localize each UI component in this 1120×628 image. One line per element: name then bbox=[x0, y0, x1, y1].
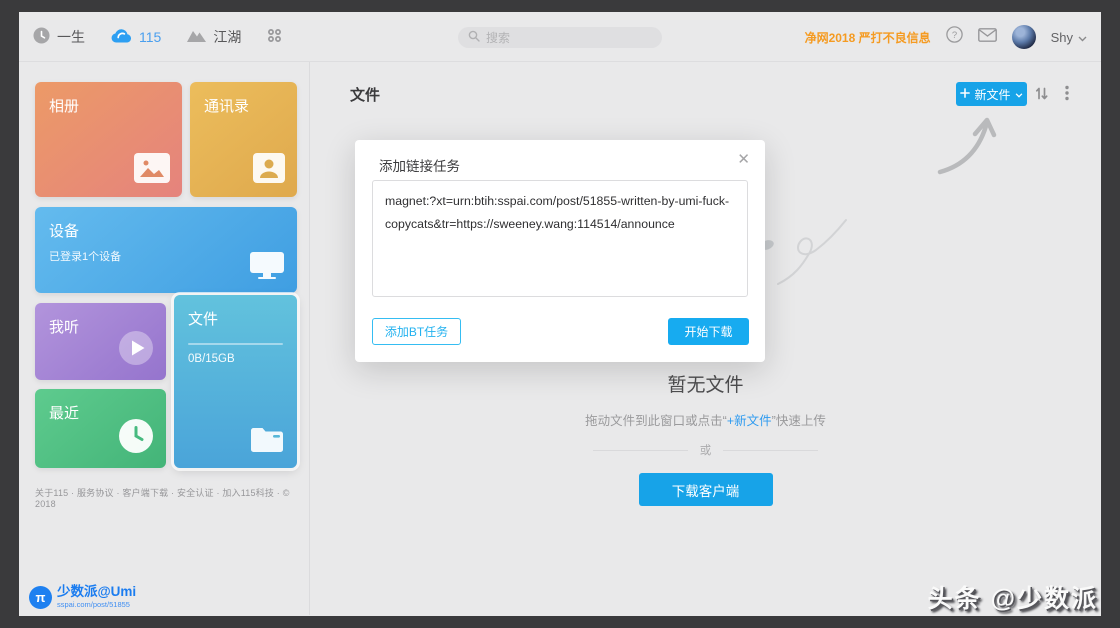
hint-suffix: ”快速上传 bbox=[771, 414, 826, 428]
sidebar-tile-files[interactable]: 文件 0B/15GB bbox=[174, 295, 297, 468]
empty-state: 暂无文件 拖动文件到此窗口或点击“+新文件”快速上传 或 下载客户端 bbox=[310, 370, 1101, 506]
search-input[interactable] bbox=[486, 30, 646, 45]
top-navbar: 一生 115 江湖 净网2018 严打不良信息 bbox=[19, 12, 1101, 62]
nav-item-life[interactable]: 一生 bbox=[33, 27, 85, 47]
nav-item-label: 江湖 bbox=[213, 28, 242, 45]
chevron-down-icon bbox=[1078, 30, 1087, 45]
cloud-icon bbox=[111, 28, 132, 46]
brand-name: 少数派@Umi bbox=[57, 584, 137, 600]
sort-button[interactable] bbox=[1032, 84, 1052, 106]
svg-text:?: ? bbox=[951, 30, 956, 41]
search-icon bbox=[468, 29, 480, 47]
tile-label: 相册 bbox=[49, 98, 80, 115]
tile-label: 设备 bbox=[49, 223, 80, 240]
nav-item-label: 一生 bbox=[57, 28, 85, 45]
download-client-button[interactable]: 下载客户端 bbox=[638, 473, 773, 506]
apps-grid-button[interactable] bbox=[267, 28, 282, 46]
hint-new-file-link[interactable]: +新文件 bbox=[727, 414, 772, 428]
new-file-label: 新文件 bbox=[974, 87, 1011, 102]
play-icon bbox=[118, 330, 154, 370]
or-divider: 或 bbox=[310, 442, 1101, 458]
quota-divider bbox=[188, 343, 283, 345]
tile-label: 通讯录 bbox=[204, 98, 250, 115]
page-title: 文件 bbox=[350, 87, 381, 104]
person-icon bbox=[253, 153, 285, 187]
sidebar-tile-recent[interactable]: 最近 bbox=[35, 389, 166, 468]
or-label: 或 bbox=[699, 445, 712, 457]
sidebar-tile-devices[interactable]: 设备 已登录1个设备 bbox=[35, 207, 297, 293]
devices-status: 已登录1个设备 bbox=[49, 251, 122, 263]
hint-prefix: 拖动文件到此窗口或点击“ bbox=[585, 414, 727, 428]
squiggle-doodle-icon bbox=[750, 202, 860, 302]
add-link-task-modal: 添加链接任务 ✕ magnet:?xt=urn:btih:sspai.com/p… bbox=[355, 140, 765, 362]
start-download-button[interactable]: 开始下载 bbox=[668, 318, 749, 345]
nav-item-jianghu[interactable]: 江湖 bbox=[187, 27, 241, 47]
magnet-link-input[interactable]: magnet:?xt=urn:btih:sspai.com/post/51855… bbox=[372, 180, 748, 297]
sidebar-tile-albums[interactable]: 相册 bbox=[35, 82, 182, 197]
divider-line bbox=[592, 449, 688, 451]
nav-item-label: 115 bbox=[139, 28, 162, 45]
user-menu[interactable]: Shy bbox=[1051, 30, 1087, 45]
tile-label: 文件 bbox=[188, 311, 219, 328]
navbar-right: 净网2018 严打不良信息 ? Shy bbox=[805, 12, 1087, 62]
watermark: 头条 @少数派 bbox=[927, 585, 1098, 613]
clock-icon bbox=[33, 27, 50, 47]
sidebar-tile-contacts[interactable]: 通讯录 bbox=[190, 82, 297, 197]
search-box[interactable] bbox=[458, 27, 662, 48]
modal-title: 添加链接任务 bbox=[379, 159, 460, 174]
recent-clock-icon bbox=[118, 418, 154, 458]
new-file-button[interactable]: 新文件 bbox=[956, 82, 1027, 106]
app-window: 一生 115 江湖 净网2018 严打不良信息 bbox=[19, 12, 1101, 616]
nav-item-115[interactable]: 115 bbox=[111, 28, 161, 46]
grid-icon bbox=[267, 28, 282, 46]
mountain-icon bbox=[187, 28, 207, 45]
sidebar: 相册 通讯录 设备 已登录1个设备 我听 文件 0B/15GB 最近 关于115… bbox=[19, 62, 310, 615]
add-bt-task-button[interactable]: 添加BT任务 bbox=[372, 318, 461, 345]
help-icon[interactable]: ? bbox=[945, 26, 963, 48]
branding: π 少数派@Umi sspai.com/post/51855 bbox=[29, 584, 137, 609]
photo-icon bbox=[134, 153, 170, 187]
notice-banner: 净网2018 严打不良信息 bbox=[804, 30, 931, 45]
arrow-doodle-icon bbox=[932, 108, 1004, 185]
monitor-icon bbox=[249, 251, 285, 283]
sspai-logo-icon: π bbox=[29, 585, 52, 609]
more-options-button[interactable] bbox=[1063, 83, 1071, 106]
empty-hint: 拖动文件到此窗口或点击“+新文件”快速上传 bbox=[310, 410, 1101, 429]
empty-title: 暂无文件 bbox=[667, 375, 744, 396]
chevron-down-icon bbox=[1015, 87, 1023, 101]
storage-quota: 0B/15GB bbox=[188, 353, 235, 365]
avatar[interactable] bbox=[1011, 25, 1036, 49]
sidebar-footer-links[interactable]: 关于115 · 服务协议 · 客户端下载 · 安全认证 · 加入115科技 · … bbox=[35, 486, 301, 509]
mail-icon[interactable] bbox=[977, 27, 997, 47]
divider-line bbox=[723, 449, 819, 451]
username: Shy bbox=[1050, 29, 1073, 45]
main-panel: 文件 新文件 暂无文件 拖动文件到此窗口或点击“+新文件”快速上传 或 下载客户… bbox=[310, 62, 1101, 615]
close-icon[interactable]: ✕ bbox=[737, 150, 750, 168]
sidebar-tile-listen[interactable]: 我听 bbox=[35, 303, 166, 380]
brand-url: sspai.com/post/51855 bbox=[57, 600, 130, 609]
plus-icon bbox=[960, 87, 971, 101]
folder-icon bbox=[249, 426, 285, 458]
